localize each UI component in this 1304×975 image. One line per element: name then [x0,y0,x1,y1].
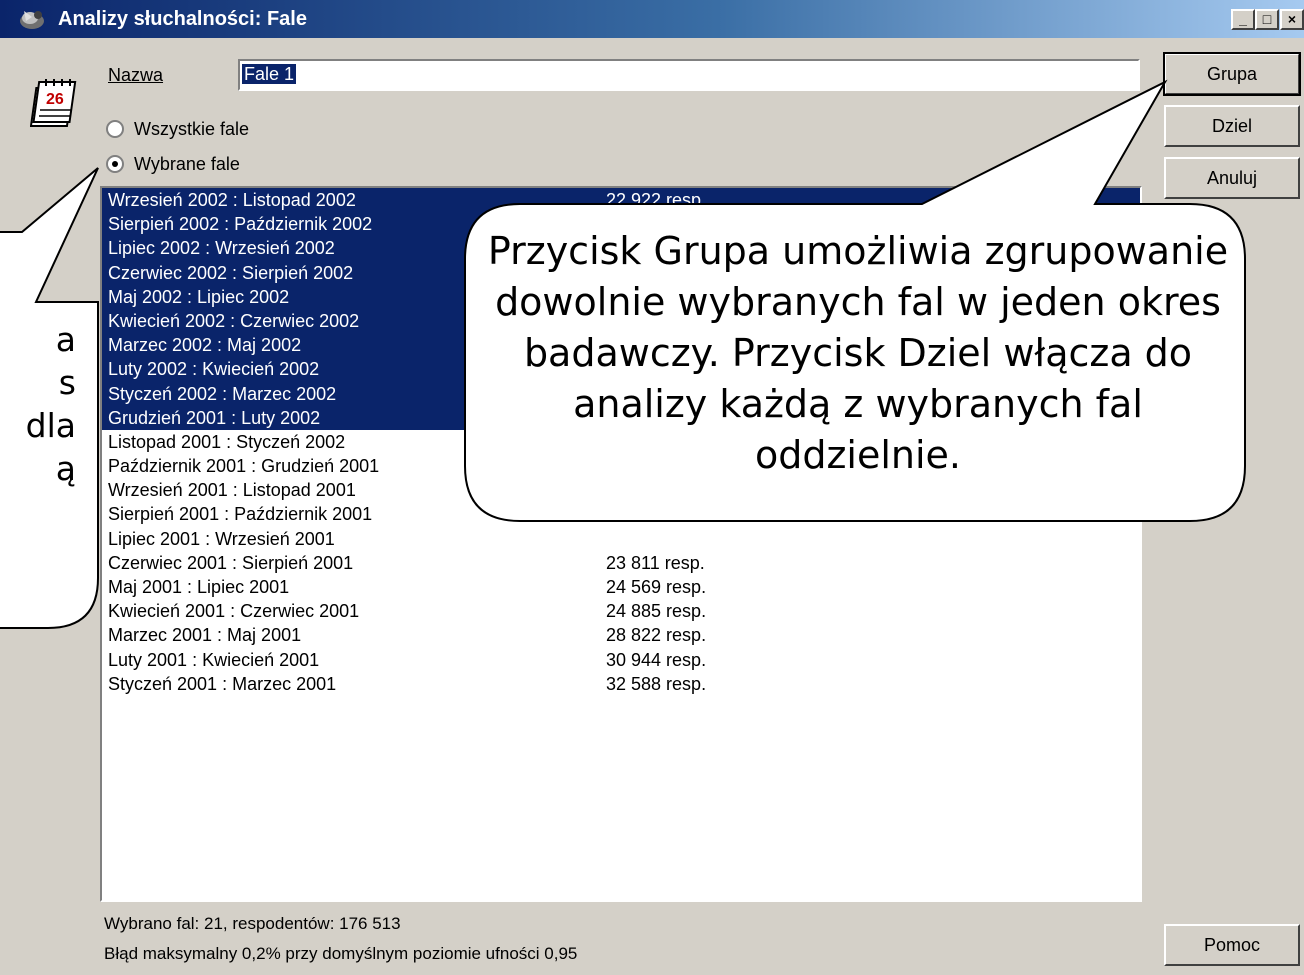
wave-name: Kwiecień 2001 : Czerwiec 2001 [108,601,360,622]
maximize-button[interactable]: □ [1255,9,1279,30]
wave-name: Lipiec 2001 : Wrzesień 2001 [108,528,335,549]
wave-name: Luty 2002 : Kwiecień 2002 [108,359,320,380]
calendar-icon: 26 [30,79,77,127]
wave-name: Sierpień 2002 : Październik 2002 [108,214,373,235]
wave-respondents: 32 588 resp. [606,673,707,694]
wave-respondents: 24 885 resp. [606,601,707,622]
wave-name: Styczeń 2001 : Marzec 2001 [108,673,337,694]
split-button[interactable]: Dziel [1164,105,1300,147]
radio-all-waves[interactable] [106,120,124,138]
status-max-error: Błąd maksymalny 0,2% przy domyślnym pozi… [104,944,578,963]
wave-name: Październik 2001 : Grudzień 2001 [108,456,380,477]
wave-name: Wrzesień 2002 : Listopad 2002 [108,190,356,210]
wave-name: Kwiecień 2002 : Czerwiec 2002 [108,310,360,331]
wave-name: Grudzień 2001 : Luty 2002 [108,407,321,428]
minimize-button[interactable]: _ [1231,9,1255,30]
window-title: Analizy słuchalności: Fale [58,8,307,30]
radio-selected-waves-label[interactable]: Wybrane fale [134,153,240,175]
wave-name: Maj 2002 : Lipiec 2002 [108,286,290,307]
list-item[interactable]: Lipiec 2001 : Wrzesień 2001 [102,527,1140,551]
help-button[interactable]: Pomoc [1164,924,1300,966]
radio-selected-waves[interactable] [106,155,124,173]
group-button[interactable]: Grupa [1163,52,1301,96]
wave-respondents: 22 922 resp. [606,190,707,210]
radio-all-waves-label[interactable]: Wszystkie fale [134,118,249,140]
wave-name: Czerwiec 2002 : Sierpień 2002 [108,262,354,283]
svg-text:26: 26 [46,91,64,108]
wave-respondents: 24 569 resp. [606,577,707,597]
callout-left-line: s [58,363,76,402]
wave-name: Luty 2001 : Kwiecień 2001 [108,649,320,670]
callout-left-text: a s dla ą [0,318,98,518]
callout-left-line: ą [55,449,76,488]
wave-name: Listopad 2001 : Styczeń 2002 [108,431,346,452]
dialog-window: Analizy słuchalności: Fale _ □ × 26 Nazw… [0,0,1304,975]
wave-name: Maj 2001 : Lipiec 2001 [108,577,290,597]
list-item[interactable]: Luty 2001 : Kwiecień 2001 30 944 resp. [102,648,1140,672]
cancel-button[interactable]: Anuluj [1164,157,1300,199]
wave-name: Styczeń 2002 : Marzec 2002 [108,383,337,404]
wave-name: Marzec 2002 : Maj 2002 [108,335,302,356]
app-icon [20,11,44,29]
list-item[interactable]: Styczeń 2001 : Marzec 2001 32 588 resp. [102,672,1140,696]
callout-main-text: Przycisk Grupa umożliwia zgrupowanie dow… [487,229,1229,477]
list-item[interactable]: Czerwiec 2001 : Sierpień 2001 23 811 resp… [102,551,1140,575]
name-label: Nazwa [108,65,164,85]
wave-respondents: 23 811 resp. [606,552,705,573]
status-selected-count: Wybrano fal: 21, respodentów: 176 513 [104,914,401,933]
wave-respondents: 30 944 resp. [606,649,707,670]
wave-name: Wrzesień 2001 : Listopad 2001 [108,480,356,501]
callout-left-line: dla [25,406,76,445]
name-input-value: Fale 1 [242,64,297,84]
wave-respondents: 28 822 resp. [606,625,707,646]
wave-name: Sierpień 2001 : Październik 2001 [108,504,373,525]
name-input[interactable]: Fale 1 [238,59,1140,91]
list-item[interactable]: Maj 2001 : Lipiec 2001 24 569 resp. [102,575,1140,599]
wave-name: Marzec 2001 : Maj 2001 [108,625,302,646]
title-bar[interactable]: Analizy słuchalności: Fale _ □ × [0,0,1304,38]
list-item[interactable]: Wrzesień 2002 : Listopad 2002 22 922 resp… [102,188,1140,213]
list-item[interactable]: Kwiecień 2001 : Czerwiec 2001 24 885 resp… [102,599,1140,623]
close-button[interactable]: × [1280,9,1304,30]
callout-left-line: a [55,320,76,359]
wave-name: Lipiec 2002 : Wrzesień 2002 [108,238,335,259]
list-item[interactable]: Marzec 2001 : Maj 2001 28 822 resp. [102,623,1140,647]
wave-name: Czerwiec 2001 : Sierpień 2001 [108,552,354,573]
